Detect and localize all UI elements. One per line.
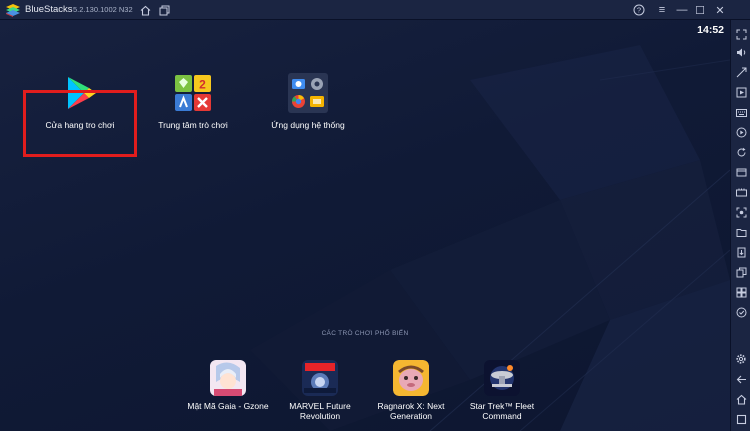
game-title-line: Generation: [389, 411, 433, 421]
game-thumbnail: [210, 360, 246, 396]
game-item[interactable]: Star Trek™ Fleet Command: [457, 360, 547, 421]
folder-icon[interactable]: [733, 224, 749, 240]
svg-text:2: 2: [199, 78, 206, 92]
game-thumbnail: [484, 360, 520, 396]
bluestacks-logo-icon: [4, 2, 22, 18]
game-item[interactable]: Ragnarok X: Next Generation: [366, 360, 456, 421]
volume-icon[interactable]: [733, 44, 749, 60]
app-game-center[interactable]: 2 Trung tâm trò chơi: [133, 73, 253, 130]
help-glyph: ?: [637, 6, 641, 15]
keyboard-icon[interactable]: [733, 104, 749, 120]
help-button[interactable]: ?: [631, 2, 647, 18]
multi-window-icon[interactable]: [156, 2, 172, 18]
screen-capture-icon[interactable]: [733, 204, 749, 220]
game-thumbnail: [393, 360, 429, 396]
system-apps-icon: [288, 73, 328, 113]
minimize-button[interactable]: —: [674, 2, 690, 18]
game-center-icon: 2: [173, 73, 213, 113]
game-item[interactable]: MARVEL Future Revolution: [275, 360, 365, 421]
refresh-icon[interactable]: [733, 144, 749, 160]
game-item[interactable]: Mật Mã Gaia - Gzone: [183, 360, 273, 411]
bluestacks-window: BlueStacks 5.2.130.1002 N32 ? ≡ — ☐ ✕ 14…: [0, 0, 750, 431]
apk-install-icon[interactable]: [733, 244, 749, 260]
game-title: MARVEL Future Revolution: [289, 401, 350, 421]
settings-icon[interactable]: [733, 351, 749, 367]
multi-instance-icon[interactable]: [733, 284, 749, 300]
copy-icon[interactable]: [733, 264, 749, 280]
game-title: Ragnarok X: Next Generation: [377, 401, 444, 421]
menu-button[interactable]: ≡: [654, 2, 670, 18]
eco-mode-icon[interactable]: [733, 304, 749, 320]
game-title-line: MARVEL Future: [289, 401, 351, 411]
status-clock: 14:52: [697, 24, 724, 36]
game-title-line: Star Trek™ Fleet: [469, 401, 535, 411]
android-home-screen: 14:52 Cửa hang tro chơi 2 Trung tâm trò …: [0, 20, 730, 431]
cast-icon[interactable]: [733, 84, 749, 100]
recents-icon[interactable]: [733, 411, 749, 427]
macro-icon[interactable]: [733, 184, 749, 200]
game-title: Mật Mã Gaia - Gzone: [187, 401, 268, 411]
keyboard-mapping-icon[interactable]: [733, 64, 749, 80]
game-title-line: Revolution: [299, 411, 341, 421]
app-title: BlueStacks: [25, 4, 73, 15]
back-icon[interactable]: [733, 371, 749, 387]
app-version: 5.2.130.1002 N32: [73, 5, 133, 14]
game-title: Star Trek™ Fleet Command: [470, 401, 534, 421]
game-title-line: Command: [482, 411, 522, 421]
android-home-icon[interactable]: [733, 391, 749, 407]
popular-games-title: CÁC TRÒ CHƠI PHỔ BIẾN: [321, 330, 409, 337]
app-system-apps[interactable]: Ứng dụng hệ thống: [248, 73, 368, 130]
game-title-line: Mật Mã Gaia - Gzone: [187, 401, 269, 411]
record-icon[interactable]: [733, 124, 749, 140]
home-icon[interactable]: [137, 2, 153, 18]
title-bar: BlueStacks 5.2.130.1002 N32 ? ≡ — ☐ ✕: [0, 0, 750, 20]
app-label: Ứng dụng hệ thống: [271, 120, 345, 130]
right-toolbar: [730, 20, 750, 431]
highlight-box: [23, 90, 137, 157]
screenshot-folder-icon[interactable]: [733, 164, 749, 180]
fullscreen-icon[interactable]: [733, 26, 749, 42]
close-button[interactable]: ✕: [712, 2, 728, 18]
game-title-line: Ragnarok X: Next: [377, 401, 445, 411]
maximize-button[interactable]: ☐: [692, 2, 708, 18]
app-label: Trung tâm trò chơi: [158, 120, 228, 130]
game-thumbnail: [302, 360, 338, 396]
